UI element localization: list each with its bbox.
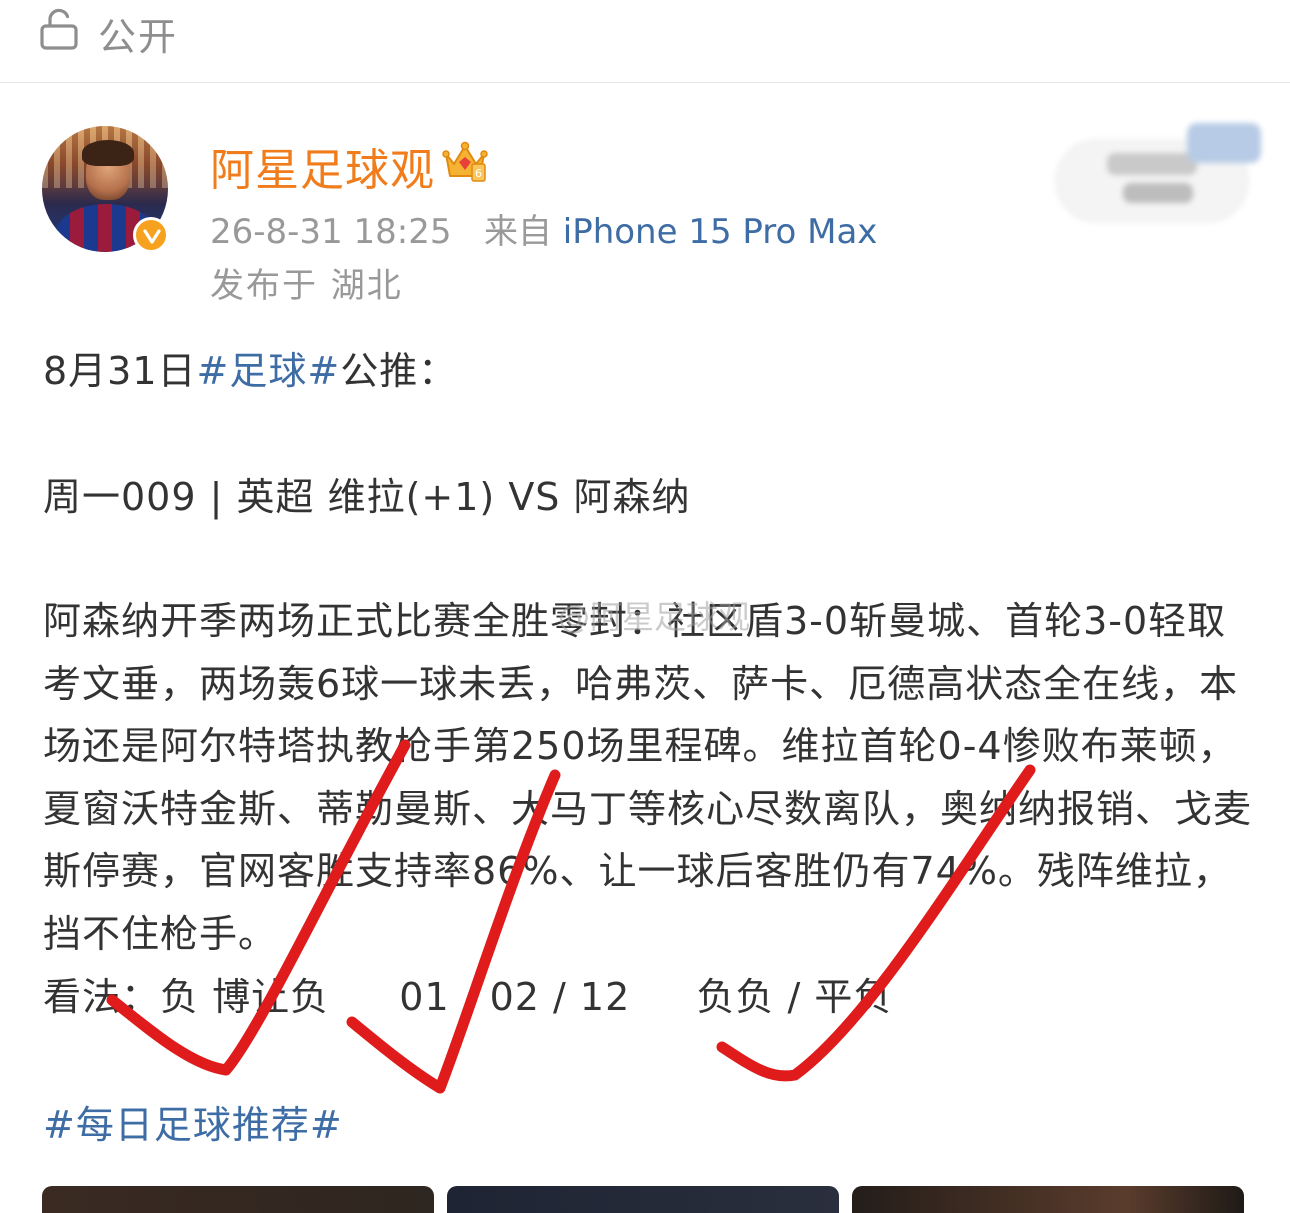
- prediction-scores: 01 / 02 / 12: [399, 975, 631, 1019]
- visibility-label: 公开: [98, 15, 179, 59]
- analysis-paragraph: 阿森纳开季两场正式比赛全胜零封：社区盾3-0斩曼城、首轮3-0轻取考文垂，两场轰…: [43, 599, 1253, 956]
- verify-badge-icon: [133, 217, 169, 253]
- prediction-halffull: 负负 / 平负: [696, 975, 893, 1019]
- source-device-link[interactable]: iPhone 15 Pro Max: [563, 212, 878, 252]
- weibo-post-page: 公开 阿星足球观 6 26-8-31 18:25 来自 iPhone 15 Pr…: [0, 0, 1290, 1213]
- post-meta: 26-8-31 18:25 来自 iPhone 15 Pro Max: [210, 204, 877, 253]
- post-date: 8月31日: [43, 349, 197, 393]
- lock-open-icon: [40, 8, 78, 50]
- prediction-line: 看法：负 博让负 01 / 02 / 12 负负 / 平负: [43, 966, 892, 1021]
- post-intro-line: 8月31日#足球#公推：: [43, 340, 457, 395]
- author-name[interactable]: 阿星足球观: [210, 134, 435, 198]
- post-location: 发布于 湖北: [210, 266, 403, 306]
- crown-icon[interactable]: 6: [442, 140, 488, 184]
- daily-football-tag-link[interactable]: #每日足球推荐#: [43, 1094, 343, 1149]
- prediction-label: 看法：负 博让负: [43, 975, 330, 1019]
- image-thumbnail[interactable]: [447, 1186, 839, 1213]
- post-intro-suffix: 公推：: [340, 349, 458, 393]
- source-prefix: 来自: [483, 212, 552, 252]
- match-line: 周一009 | 英超 维拉(+1) VS 阿森纳: [43, 475, 691, 519]
- post-timestamp: 26-8-31 18:25: [210, 212, 452, 252]
- football-topic-link[interactable]: #足球#: [197, 349, 341, 393]
- svg-text:6: 6: [475, 167, 482, 180]
- avatar-hair: [82, 140, 134, 166]
- image-thumbnail[interactable]: [42, 1186, 434, 1213]
- follow-button-blurred[interactable]: [1056, 123, 1261, 222]
- image-thumbnail[interactable]: [852, 1186, 1244, 1213]
- visibility-bar[interactable]: 公开: [0, 0, 1290, 83]
